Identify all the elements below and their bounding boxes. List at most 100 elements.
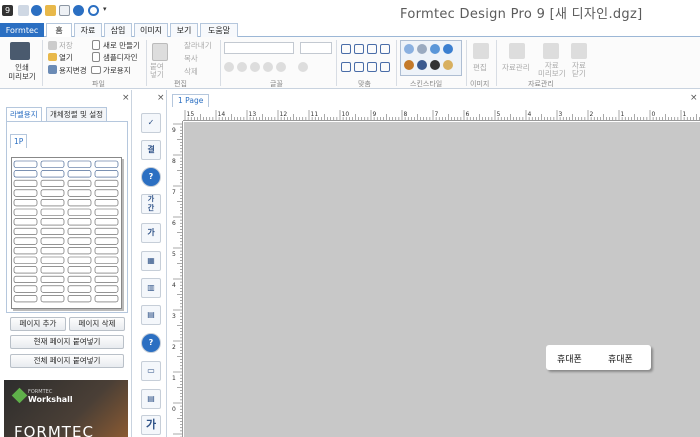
paste-current-page-button[interactable]: 현재 페이지 붙여넣기 [10,335,124,349]
ruler-label: 8 [172,158,176,165]
image-tool-button[interactable]: ▤ [141,305,161,325]
close-icon[interactable]: × [690,93,698,103]
bold-icon[interactable] [224,62,234,72]
style-swatch-7[interactable] [430,60,440,70]
add-page-button[interactable]: 페이지 추가 [10,317,66,331]
label-cell [67,266,92,274]
help2-tool-button[interactable]: ? [141,333,161,353]
tab-view[interactable]: 보기 [170,23,198,37]
save-button[interactable]: 저장 [59,40,73,51]
close-icon[interactable]: × [157,93,165,103]
highlight-icon[interactable] [298,62,308,72]
style-swatch-4[interactable] [443,44,453,54]
barcode-tool-button[interactable]: ▦ [141,251,161,271]
label-cell [67,160,92,168]
new-doc-icon[interactable] [59,5,70,16]
distribute-icon[interactable] [380,62,390,72]
help-tool-button[interactable]: ? [141,167,161,187]
printer-icon[interactable] [10,42,30,60]
font-name-combo[interactable] [224,42,294,54]
sample-design-button[interactable]: 샘플디자인 [103,52,138,63]
table-tool-button[interactable]: ▭ [141,361,161,381]
label-cell [67,189,92,197]
font-size-combo[interactable] [300,42,332,54]
align-left-icon[interactable] [341,44,351,54]
label-cell [67,247,92,255]
cut-button[interactable]: 잘라내기 [184,40,212,51]
select-tool-button[interactable]: ✓ [141,113,161,133]
tab-page-1p[interactable]: 1P [10,134,28,148]
cube-logo-icon [11,387,28,404]
data-close-button[interactable]: 자료 닫기 [572,62,586,78]
quick-access-dropdown-icon[interactable]: ▾ [103,5,107,13]
tab-image[interactable]: 이미지 [134,23,168,37]
list-tool-button[interactable]: ▤ [141,389,161,409]
new-button[interactable]: 새로 만들기 [103,40,140,51]
refresh-icon[interactable] [88,5,99,16]
style-swatch-1[interactable] [404,44,414,54]
landscape-button[interactable]: 가로용지 [103,65,131,76]
save-icon[interactable] [18,5,29,16]
align-justify-icon[interactable] [380,44,390,54]
paste-button[interactable]: 붙여 넣기 [150,63,164,79]
style-swatch-5[interactable] [404,60,414,70]
font-color-icon[interactable] [276,62,286,72]
text-tool-button[interactable]: 결 [141,140,161,160]
new-doc-icon [92,40,100,50]
label-cell [67,179,92,188]
change-paper-button[interactable]: 용지변경 [59,65,87,76]
label-object[interactable]: 휴대폰 휴대폰 [546,345,651,370]
label-cell [40,227,65,235]
label-cell [40,208,65,216]
tab-home[interactable]: 홈 [46,23,72,37]
tab-1-page[interactable]: 1 Page [172,94,210,107]
copy-button[interactable]: 복사 [184,53,198,64]
style-swatch-3[interactable] [430,44,440,54]
ruler-label: 0 [652,111,656,118]
char-tool-button[interactable]: 가 [141,223,161,243]
label-cell [94,285,119,293]
valign-bottom-icon[interactable] [367,62,377,72]
style-swatch-6[interactable] [417,60,427,70]
data-manage-button[interactable]: 자료관리 [502,62,530,73]
italic-icon[interactable] [237,62,247,72]
tab-object-align[interactable]: 개체정렬 및 설정 [46,107,108,121]
image-edit-button[interactable]: 편집 [473,62,487,73]
tab-formtec[interactable]: Formtec [0,23,44,37]
label-cell [13,218,38,226]
product-name: Workshall [28,395,73,404]
tab-insert[interactable]: 삽입 [104,23,132,37]
image-edit-icon [473,43,489,59]
underline-icon[interactable] [250,62,260,72]
barcode2-tool-button[interactable]: ▥ [141,278,161,298]
delete-page-button[interactable]: 페이지 삭제 [69,317,125,331]
align-right-icon[interactable] [367,44,377,54]
tab-help[interactable]: 도움말 [200,23,238,37]
style-swatch-2[interactable] [417,44,427,54]
print-preview-button[interactable]: 인쇄 미리보기 [6,63,38,81]
tab-label-paper[interactable]: 라벨용지 [6,107,42,121]
style-swatch-8[interactable] [443,60,453,70]
open-button[interactable]: 열기 [59,52,73,63]
folder-icon[interactable] [45,5,56,16]
help-icon[interactable] [31,5,42,16]
delete-button[interactable]: 삭제 [184,66,198,77]
align-center-icon[interactable] [354,44,364,54]
paste-all-pages-button[interactable]: 전체 페이지 붙여넣기 [10,354,124,368]
ruler-label: 7 [172,189,176,196]
close-icon[interactable]: × [122,93,130,103]
vertical-text-tool-button[interactable]: 가 간 [141,194,161,214]
promo-banner[interactable]: FORMTEC Workshall FORMTEC [4,380,128,437]
landscape-icon [91,66,101,74]
valign-top-icon[interactable] [341,62,351,72]
ruler-label: 9 [172,127,176,134]
data-preview-button[interactable]: 자료 미리보기 [538,62,566,78]
edit-group-label: 편집 [174,80,187,88]
font-tool-button[interactable]: 가 [141,415,161,435]
tab-data[interactable]: 자료 [74,23,102,37]
canvas-workspace[interactable] [184,122,700,437]
info-icon[interactable] [73,5,84,16]
strike-icon[interactable] [263,62,273,72]
label-cell [13,189,38,197]
valign-middle-icon[interactable] [354,62,364,72]
